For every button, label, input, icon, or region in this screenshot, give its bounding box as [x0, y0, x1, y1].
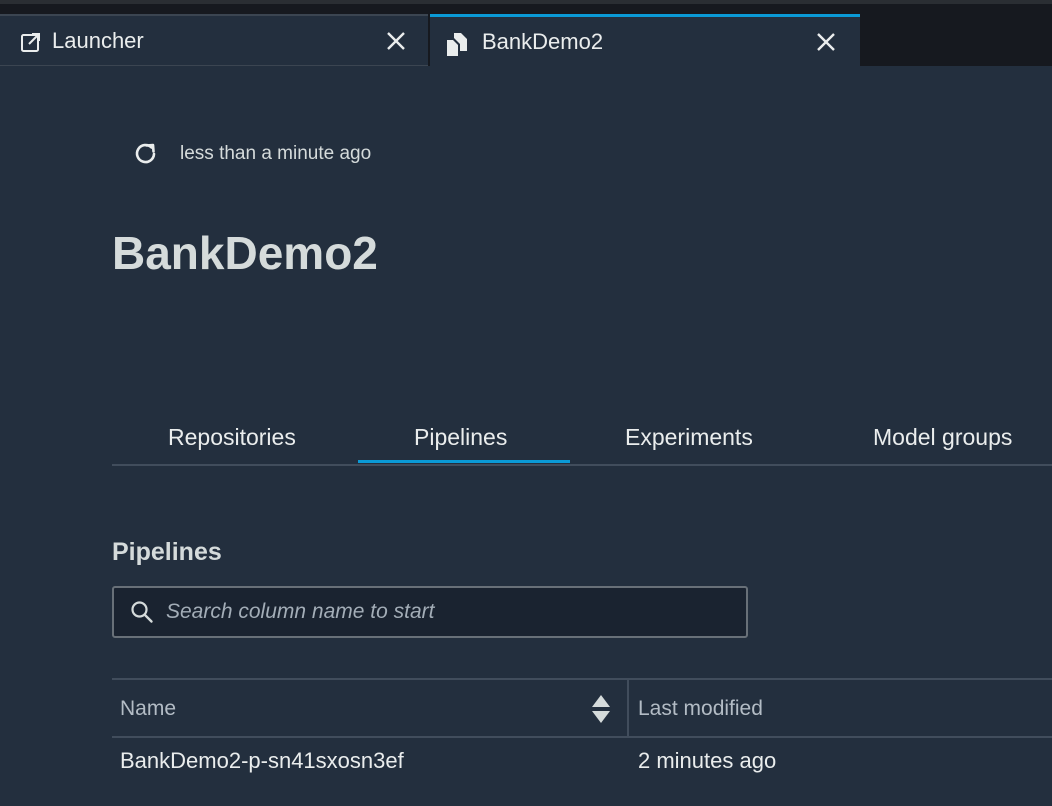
pipeline-last-modified: 2 minutes ago	[638, 748, 777, 773]
close-icon[interactable]	[383, 28, 409, 54]
refresh-status: less than a minute ago	[132, 140, 371, 168]
launch-icon	[18, 30, 44, 56]
active-tab-indicator	[358, 460, 570, 463]
pipelines-table: Name Last modified BankDemo2-p-sn41sxosn…	[112, 678, 1052, 792]
tab-launcher[interactable]: Launcher	[0, 14, 428, 66]
tab-pipelines[interactable]: Pipelines	[414, 424, 507, 451]
tab-repositories[interactable]: Repositories	[168, 424, 296, 451]
search-icon	[130, 600, 154, 624]
close-icon[interactable]	[813, 29, 839, 55]
project-tabs: Repositories Pipelines Experiments Model…	[112, 410, 1052, 466]
tab-launcher-label: Launcher	[52, 28, 144, 53]
refresh-icon[interactable]	[132, 140, 160, 168]
pipeline-name[interactable]: BankDemo2-p-sn41sxosn3ef	[120, 748, 404, 774]
column-header-last-modified[interactable]: Last modified	[638, 680, 763, 738]
tab-experiments[interactable]: Experiments	[625, 424, 753, 451]
column-divider[interactable]	[627, 680, 629, 738]
sort-icon[interactable]	[590, 694, 612, 724]
tab-bankdemo2-label: BankDemo2	[482, 29, 604, 54]
section-title: Pipelines	[112, 538, 222, 566]
last-refreshed-text: less than a minute ago	[180, 143, 372, 164]
tab-bar-top-line	[0, 0, 1052, 4]
tab-model-groups[interactable]: Model groups	[873, 424, 1012, 451]
project-icon	[444, 31, 470, 57]
column-header-name[interactable]: Name	[120, 680, 620, 738]
table-header: Name Last modified	[112, 678, 1052, 738]
search-input[interactable]	[164, 588, 734, 636]
tab-bar: Launcher BankDemo2	[0, 0, 1052, 66]
tab-bankdemo2[interactable]: BankDemo2	[430, 14, 860, 66]
page-title: BankDemo2	[112, 227, 378, 279]
table-row[interactable]: BankDemo2-p-sn41sxosn3ef 2 minutes ago	[112, 738, 1052, 792]
search-box	[112, 586, 748, 638]
